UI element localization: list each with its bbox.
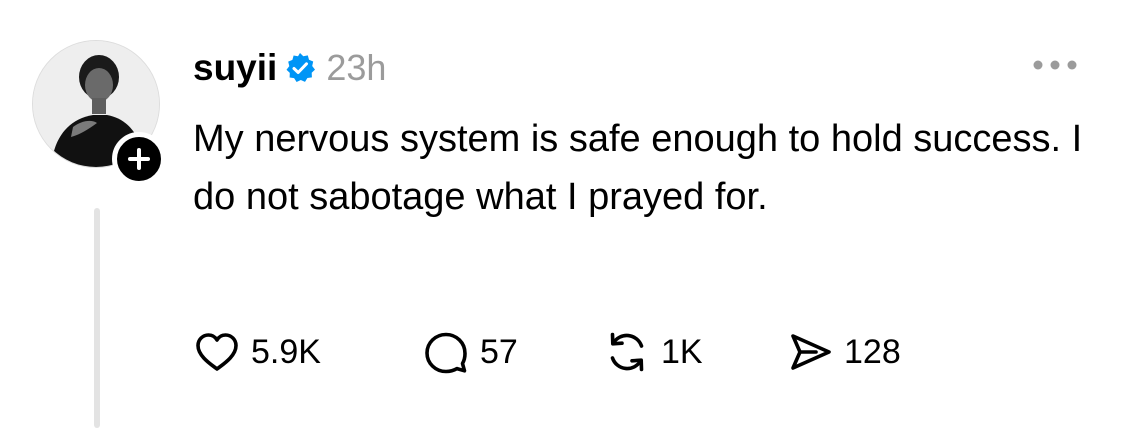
share-button[interactable]: 128: [786, 328, 901, 376]
like-button[interactable]: 5.9K: [193, 328, 422, 376]
verified-badge-icon: [284, 52, 316, 84]
thread-line: [94, 208, 100, 428]
comment-bubble-icon: [422, 328, 470, 376]
reply-button[interactable]: 57: [422, 328, 603, 376]
like-count: 5.9K: [251, 332, 321, 371]
avatar-column: [32, 40, 166, 428]
share-count: 128: [844, 332, 901, 371]
reply-count: 57: [480, 332, 518, 371]
more-options-button[interactable]: [1028, 50, 1082, 80]
more-options-icon: [1033, 60, 1077, 70]
follow-button[interactable]: [112, 132, 166, 186]
repost-count: 1K: [661, 332, 703, 371]
username[interactable]: suyii: [193, 47, 277, 89]
thread-post: suyii 23h My nervous system is safe enou…: [0, 0, 1125, 428]
repost-button[interactable]: 1K: [603, 328, 786, 376]
plus-icon: [128, 148, 150, 170]
timestamp: 23h: [326, 47, 387, 88]
action-bar: 5.9K 57 1K 128: [193, 328, 901, 376]
send-icon: [786, 328, 834, 376]
post-header: suyii 23h: [193, 44, 386, 92]
repost-icon: [603, 328, 651, 376]
post-text: My nervous system is safe enough to hold…: [193, 118, 1083, 218]
heart-icon: [193, 328, 241, 376]
